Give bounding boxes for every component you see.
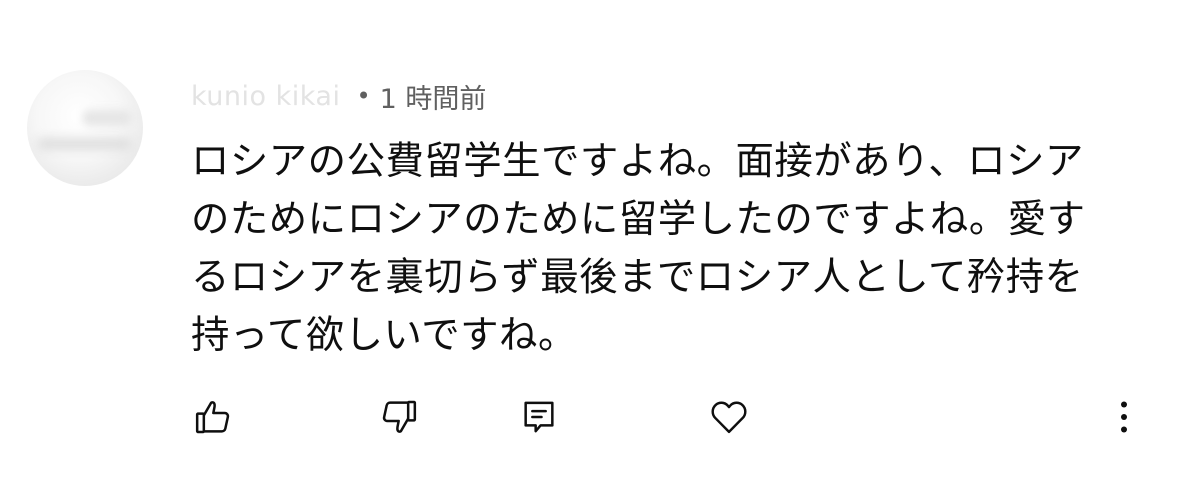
reply-button[interactable] <box>517 395 561 439</box>
more-vertical-icon <box>1121 401 1127 433</box>
avatar[interactable] <box>27 70 143 186</box>
thumbs-up-icon <box>195 401 230 434</box>
meta-separator: • <box>356 82 371 110</box>
heart-button[interactable] <box>707 395 751 439</box>
thumbs-down-icon <box>382 400 417 433</box>
avatar-image-detail <box>82 110 132 126</box>
more-options-button[interactable] <box>1102 395 1146 439</box>
comment-header: kunio kikai • 1 時間前 <box>191 76 486 116</box>
dislike-button[interactable] <box>377 395 421 439</box>
like-button[interactable] <box>191 395 235 439</box>
comment-action-bar <box>0 395 1200 443</box>
timestamp-link[interactable]: 1 時間前 <box>380 77 487 116</box>
comment-thread-item: kunio kikai • 1 時間前 ロシアの公費留学生ですよね。面接があり、… <box>0 0 1200 501</box>
author-name[interactable]: kunio kikai <box>191 81 340 112</box>
comment-icon <box>524 401 554 433</box>
heart-icon <box>711 401 747 434</box>
comment-text: ロシアの公費留学生ですよね。面接があり、ロシアのためにロシアのために留学したので… <box>191 139 1086 358</box>
avatar-image-detail <box>37 138 132 150</box>
